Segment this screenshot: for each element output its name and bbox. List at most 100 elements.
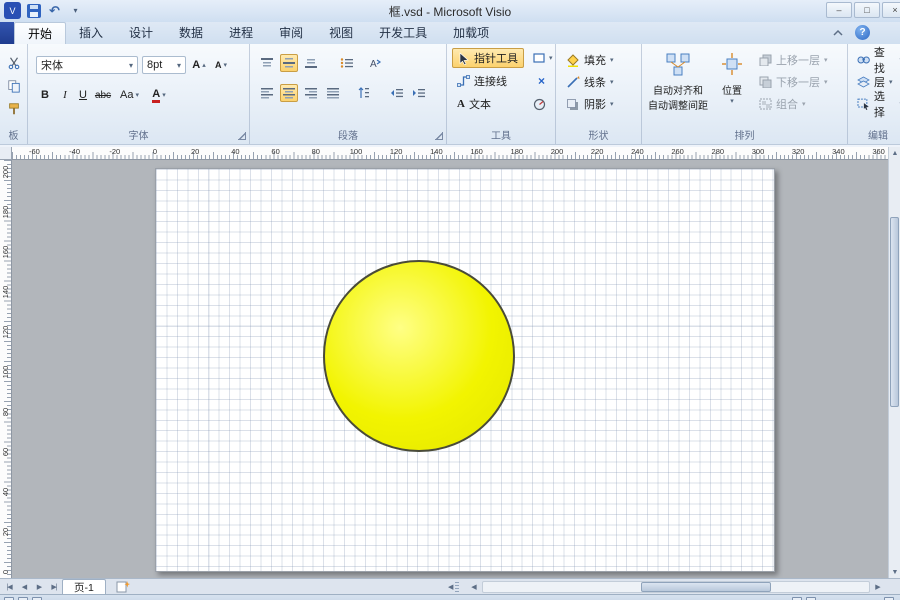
- tab-视图[interactable]: 视图: [316, 22, 366, 44]
- font-size-combo[interactable]: 8pt: [142, 56, 186, 74]
- group-paragraph: A 段落: [250, 44, 447, 144]
- align-right-button[interactable]: [302, 84, 320, 102]
- connection-point-tool-button[interactable]: ×: [533, 71, 550, 91]
- send-backward-button[interactable]: 下移一层 ▾: [754, 72, 833, 92]
- fill-button[interactable]: 填充 ▾: [561, 50, 619, 70]
- bullets-button[interactable]: [338, 54, 356, 72]
- line-spacing-button[interactable]: [354, 84, 372, 102]
- copy-button[interactable]: [5, 77, 23, 95]
- bold-button[interactable]: B: [36, 86, 54, 104]
- ruler-number: 360: [872, 147, 885, 156]
- font-color-button[interactable]: A▾: [150, 86, 168, 104]
- ruler-number: 260: [671, 147, 684, 156]
- group-label-editing: 编辑: [848, 127, 900, 142]
- tab-审阅[interactable]: 审阅: [266, 22, 316, 44]
- auto-align-button[interactable]: 自动对齐和 自动调整间距: [646, 46, 710, 122]
- tab-进程[interactable]: 进程: [216, 22, 266, 44]
- rectangle-dropdown-icon: ▾: [549, 54, 553, 62]
- shrink-font-button[interactable]: A▾: [212, 56, 230, 74]
- minimize-ribbon-icon[interactable]: [831, 26, 845, 40]
- horizontal-scrollbar[interactable]: [482, 581, 870, 593]
- scroll-right-arrow[interactable]: ▶: [872, 581, 884, 593]
- shadow-button[interactable]: 阴影 ▾: [561, 94, 619, 114]
- group-label-shape: 形状: [556, 127, 641, 142]
- maximize-button[interactable]: □: [854, 2, 880, 18]
- pointer-tool-button[interactable]: 指针工具: [452, 48, 524, 68]
- scroll-down-arrow[interactable]: ▼: [889, 566, 900, 578]
- vertical-scrollbar[interactable]: ▲ ▼: [888, 147, 900, 578]
- ruler-number: 60: [271, 147, 279, 156]
- ruler-number: 180: [0, 202, 12, 222]
- find-button[interactable]: 查找 ▾: [852, 50, 900, 70]
- justify-button[interactable]: [324, 84, 342, 102]
- format-painter-button[interactable]: [5, 100, 23, 118]
- format-painter-icon: [7, 102, 21, 116]
- connector-tool-button[interactable]: 连接线: [452, 71, 512, 91]
- select-button[interactable]: 选择 ▾: [852, 94, 900, 114]
- drawing-canvas[interactable]: [12, 160, 888, 578]
- line-spacing-icon: [356, 87, 370, 99]
- align-middle-button[interactable]: [280, 54, 298, 72]
- next-page-button[interactable]: ▶: [32, 581, 46, 593]
- page-tab-active[interactable]: 页-1: [62, 579, 106, 594]
- tab-开始[interactable]: 开始: [14, 22, 66, 44]
- grow-arrow-icon: ▴: [202, 61, 206, 69]
- horizontal-scroll-thumb[interactable]: [641, 582, 771, 592]
- bring-forward-button[interactable]: 上移一层 ▾: [754, 50, 833, 70]
- italic-button[interactable]: I: [56, 86, 74, 104]
- align-center-button[interactable]: [280, 84, 298, 102]
- first-page-button[interactable]: |◀: [2, 581, 16, 593]
- font-color-dropdown-icon: ▾: [162, 91, 166, 99]
- shadow-dropdown-icon: ▾: [610, 100, 614, 108]
- circle-shape[interactable]: [323, 260, 515, 452]
- align-left-button[interactable]: [258, 84, 276, 102]
- font-name-combo[interactable]: 宋体: [36, 56, 138, 74]
- connection-point-icon: ×: [538, 74, 545, 88]
- fill-icon: [566, 54, 580, 67]
- rectangle-tool-button[interactable]: ▾: [531, 48, 555, 68]
- insert-page-button[interactable]: [116, 580, 130, 593]
- scroll-left-arrow[interactable]: ◀: [468, 581, 480, 593]
- tabbar-scrollbar-splitter[interactable]: ◀: [448, 581, 466, 593]
- copy-icon: [7, 79, 21, 93]
- line-icon: [566, 76, 580, 89]
- help-icon[interactable]: ?: [855, 25, 870, 40]
- drawing-page[interactable]: [155, 168, 775, 572]
- tab-开发工具[interactable]: 开发工具: [366, 22, 440, 44]
- tab-插入[interactable]: 插入: [66, 22, 116, 44]
- file-tab[interactable]: [0, 22, 14, 44]
- ruler-number: 80: [0, 402, 12, 422]
- minimize-button[interactable]: –: [826, 2, 852, 18]
- line-button[interactable]: 线条 ▾: [561, 72, 619, 92]
- increase-indent-button[interactable]: [410, 84, 428, 102]
- tab-数据[interactable]: 数据: [166, 22, 216, 44]
- shrink-arrow-icon: ▾: [223, 61, 227, 69]
- freeform-tool-button[interactable]: [531, 94, 548, 114]
- position-button[interactable]: 位置 ▾: [714, 46, 750, 122]
- text-direction-icon: A: [368, 57, 382, 69]
- cut-button[interactable]: [5, 54, 23, 72]
- text-direction-button[interactable]: A: [366, 54, 384, 72]
- group-icon: [759, 98, 772, 110]
- last-page-button[interactable]: ▶|: [47, 581, 61, 593]
- find-icon: [857, 54, 870, 66]
- prev-page-button[interactable]: ◀: [17, 581, 31, 593]
- change-case-button[interactable]: Aa▾: [120, 86, 139, 104]
- underline-button[interactable]: U: [74, 86, 92, 104]
- close-button[interactable]: ×: [882, 2, 900, 18]
- text-tool-button[interactable]: A 文本: [452, 94, 496, 114]
- font-size-value: 8pt: [147, 59, 162, 71]
- tab-设计[interactable]: 设计: [116, 22, 166, 44]
- tab-加载项[interactable]: 加载项: [440, 22, 502, 44]
- send-backward-dropdown-icon: ▾: [824, 78, 828, 86]
- group-button[interactable]: 组合 ▾: [754, 94, 811, 114]
- vertical-scroll-thumb[interactable]: [890, 217, 899, 407]
- grow-font-button[interactable]: A▴: [190, 56, 208, 74]
- font-name-value: 宋体: [41, 57, 63, 73]
- strikethrough-button[interactable]: abc: [94, 86, 112, 104]
- align-top-button[interactable]: [258, 54, 276, 72]
- scroll-up-arrow[interactable]: ▲: [889, 147, 900, 159]
- group-label-arrange: 排列: [642, 127, 847, 142]
- decrease-indent-button[interactable]: [388, 84, 406, 102]
- align-bottom-button[interactable]: [302, 54, 320, 72]
